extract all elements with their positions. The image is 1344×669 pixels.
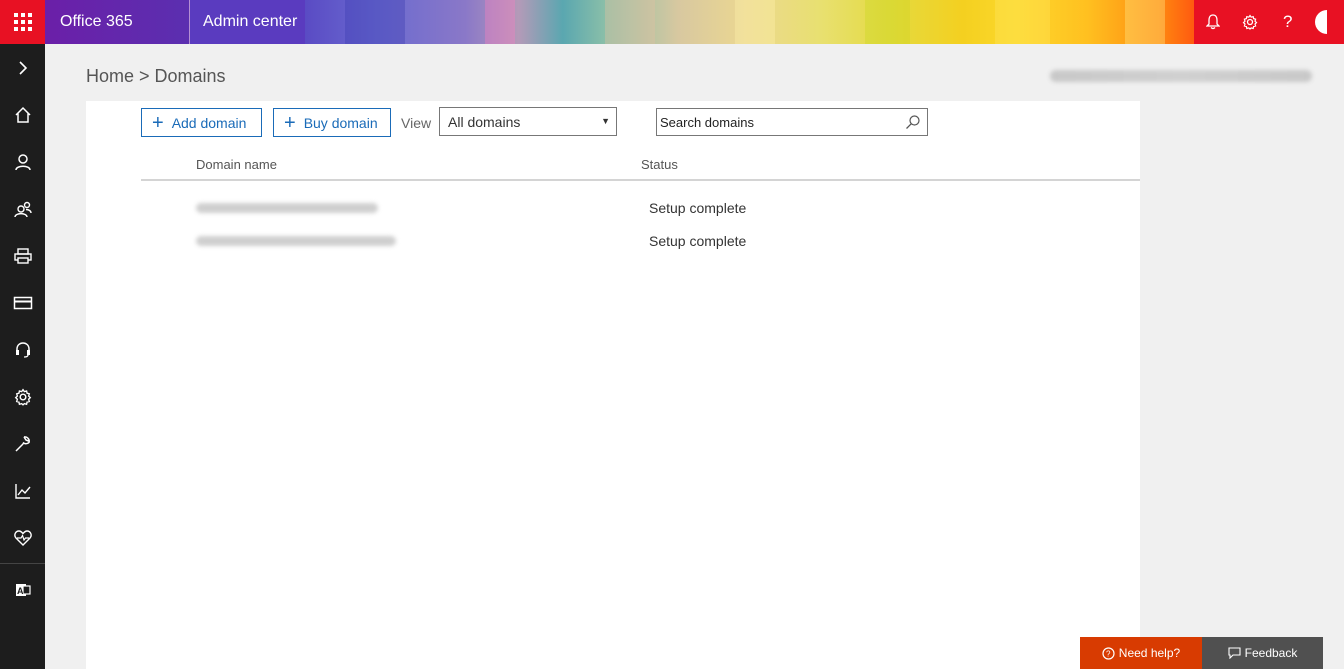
nav-admin-centers[interactable]: A	[0, 566, 45, 613]
svg-text:?: ?	[1106, 649, 1111, 658]
header-divider	[141, 179, 1140, 181]
avatar[interactable]	[1313, 10, 1328, 34]
comment-icon	[1228, 647, 1241, 659]
help-icon[interactable]: ?	[1276, 10, 1300, 34]
domain-name-redacted[interactable]	[196, 236, 396, 246]
nav-support[interactable]	[0, 326, 45, 373]
breadcrumb[interactable]: Home > Domains	[86, 66, 226, 87]
heart-pulse-icon	[13, 529, 32, 546]
status-cell: Setup complete	[649, 233, 747, 249]
search-box[interactable]	[656, 108, 928, 136]
buy-domain-button[interactable]: + Buy domain	[273, 108, 391, 137]
settings-icon	[14, 388, 31, 406]
nav-settings[interactable]	[0, 373, 45, 420]
feedback-label: Feedback	[1244, 646, 1298, 660]
view-select-value: All domains	[448, 113, 521, 130]
chevron-right-icon	[18, 60, 27, 75]
exchange-icon: A	[15, 583, 31, 596]
search-input[interactable]	[657, 110, 897, 134]
app-launcher-button[interactable]	[0, 0, 45, 44]
credit-card-icon	[13, 296, 32, 309]
org-name	[1050, 70, 1312, 82]
plus-icon: +	[284, 111, 296, 134]
brand-link[interactable]: Office 365	[45, 0, 190, 44]
app-name: Admin center	[190, 0, 305, 44]
feedback-button[interactable]: Feedback	[1202, 637, 1323, 669]
nav-resources[interactable]	[0, 232, 45, 279]
groups-icon	[13, 201, 32, 217]
top-bar: Office 365 Admin center ?	[0, 0, 1344, 44]
nav-groups[interactable]	[0, 185, 45, 232]
plus-icon: +	[152, 111, 164, 134]
nav-health[interactable]	[0, 514, 45, 561]
waffle-icon	[13, 13, 32, 31]
bell-icon[interactable]	[1201, 10, 1225, 34]
headset-icon	[15, 341, 30, 358]
need-help-label: Need help?	[1118, 646, 1181, 660]
nav-home[interactable]	[0, 91, 45, 138]
view-label: View	[401, 115, 432, 131]
header-banner	[305, 0, 1194, 44]
user-icon	[14, 153, 31, 170]
printer-icon	[13, 247, 32, 264]
wrench-icon	[14, 435, 30, 452]
nav-billing[interactable]	[0, 279, 45, 326]
view-select[interactable]: All domains ▼	[439, 107, 617, 136]
domain-name-redacted[interactable]	[196, 203, 378, 213]
add-domain-button[interactable]: + Add domain	[141, 108, 262, 137]
buy-domain-label: Buy domain	[303, 114, 378, 131]
search-icon[interactable]	[905, 114, 921, 130]
caret-down-icon: ▼	[601, 116, 610, 126]
status-cell: Setup complete	[649, 200, 747, 216]
column-header-status[interactable]: Status	[641, 157, 678, 172]
expand-nav-button[interactable]	[0, 44, 45, 91]
chart-line-icon	[14, 483, 31, 499]
column-header-domain[interactable]: Domain name	[196, 157, 277, 172]
help-circle-icon: ?	[1102, 646, 1115, 660]
nav-users[interactable]	[0, 138, 45, 185]
svg-text:A: A	[17, 586, 24, 596]
nav-reports[interactable]	[0, 467, 45, 514]
add-domain-label: Add domain	[171, 114, 247, 131]
gear-icon[interactable]	[1238, 10, 1262, 34]
left-nav: A	[0, 44, 45, 669]
nav-setup[interactable]	[0, 420, 45, 467]
content-panel	[86, 101, 1140, 669]
home-icon	[14, 106, 31, 123]
need-help-button[interactable]: ? Need help?	[1080, 637, 1202, 669]
